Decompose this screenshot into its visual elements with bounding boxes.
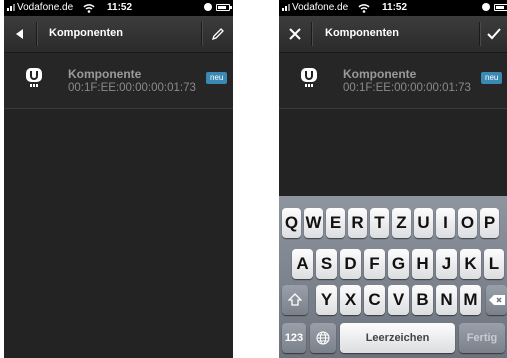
page-title: Komponenten [49,27,123,39]
key-n[interactable]: N [436,285,457,315]
globe-icon [316,331,330,345]
carrier-name: Vodafone.de [17,2,74,13]
nav-divider [311,22,312,46]
key-d[interactable]: D [340,249,361,279]
key-m[interactable]: M [460,285,481,315]
device-icon [26,68,42,87]
navigation-bar: Komponenten [4,16,233,53]
key-p[interactable]: P [480,208,499,238]
wifi-icon [358,4,370,13]
checkmark-icon [486,28,501,40]
close-icon [289,28,301,40]
carrier-name: Vodafone.de [292,2,349,13]
key-z[interactable]: Z [392,208,411,238]
item-mac-address: 00:1F:EE:00:00:00:01:73 [343,82,471,94]
item-name: Komponente [343,67,417,81]
key-e[interactable]: E [326,208,345,238]
key-u[interactable]: U [414,208,433,238]
wifi-icon [83,4,95,13]
alarm-icon [482,3,490,11]
key-i[interactable]: I [436,208,455,238]
backspace-icon [488,295,505,305]
phone-screen-edit: Vodafone.de 11:52 Komponenten Komponente… [279,0,507,358]
back-button[interactable] [4,16,36,52]
key-x[interactable]: X [340,285,361,315]
status-time: 11:52 [382,2,408,13]
alarm-icon [204,3,212,11]
numbers-key[interactable]: 123 [282,323,306,353]
key-h[interactable]: H [412,249,433,279]
key-v[interactable]: V [388,285,409,315]
list-item[interactable]: Komponente 00:1F:EE:00:00:00:01:73 neu [279,53,507,109]
key-w[interactable]: W [304,208,323,238]
item-mac-address: 00:1F:EE:00:00:00:01:73 [68,82,196,94]
key-b[interactable]: B [412,285,433,315]
key-c[interactable]: C [364,285,385,315]
globe-key[interactable] [310,323,336,353]
key-f[interactable]: F [364,249,385,279]
key-a[interactable]: A [292,249,313,279]
status-bar: Vodafone.de 11:52 [4,0,233,16]
key-q[interactable]: Q [282,208,301,238]
key-r[interactable]: R [348,208,367,238]
key-o[interactable]: O [458,208,477,238]
battery-icon [216,4,232,11]
nav-divider [36,22,37,46]
pencil-icon [211,28,224,41]
cancel-button[interactable] [279,16,311,52]
item-name: Komponente [68,67,142,81]
key-y[interactable]: Y [316,285,337,315]
backspace-key[interactable] [486,285,507,315]
key-l[interactable]: L [484,249,504,279]
key-j[interactable]: J [436,249,457,279]
space-key[interactable]: Leerzeichen [340,323,455,353]
shift-key[interactable] [282,285,308,315]
key-g[interactable]: G [388,249,409,279]
carrier-label: Vodafone.de [282,2,348,13]
list-item[interactable]: Komponente 00:1F:EE:00:00:00:01:73 neu [4,53,233,109]
device-icon [301,68,317,87]
shift-arrow-icon [287,293,303,306]
new-badge: neu [206,72,228,84]
back-arrow-icon [16,29,23,39]
page-title: Komponenten [325,27,399,39]
status-time: 11:52 [107,2,133,13]
key-k[interactable]: K [460,249,481,279]
phone-screen-list: Vodafone.de 11:52 Komponenten Komponente… [4,0,233,358]
edit-button[interactable] [202,16,233,52]
signal-icon [7,4,15,12]
navigation-bar: Komponenten [279,16,507,53]
key-s[interactable]: S [316,249,337,279]
key-t[interactable]: T [370,208,389,238]
done-key[interactable]: Fertig [459,323,505,353]
on-screen-keyboard: Q W E R T Z U I O P A S D F G H J K L Y … [279,196,507,358]
new-badge: neu [481,72,503,84]
carrier-label: Vodafone.de [7,2,73,13]
status-bar: Vodafone.de 11:52 [279,0,507,16]
confirm-button[interactable] [480,16,507,52]
battery-icon [494,4,507,11]
signal-icon [282,4,290,12]
